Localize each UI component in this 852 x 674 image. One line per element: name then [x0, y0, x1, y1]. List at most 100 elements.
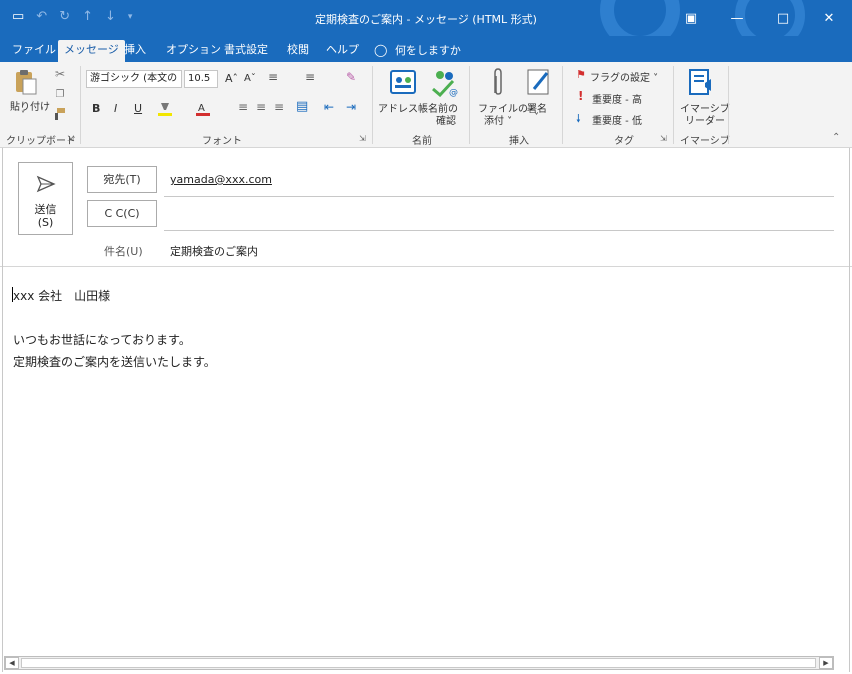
increase-indent-icon[interactable]: ⇥: [346, 100, 356, 114]
tell-me-label: 何をしますか: [394, 44, 461, 57]
cc-field[interactable]: [170, 205, 830, 227]
scroll-right-icon[interactable]: ▶: [819, 657, 833, 669]
justify-icon[interactable]: ▤: [296, 99, 308, 114]
send-icon: [35, 173, 57, 195]
close-icon[interactable]: ✕: [806, 0, 852, 36]
bold-button[interactable]: B: [92, 102, 100, 115]
attach-file-label-2[interactable]: 添付 ˅: [484, 112, 512, 127]
low-importance-icon: 🠗: [576, 112, 581, 125]
immersive-reader-label-2[interactable]: リーダー: [685, 112, 725, 127]
group-separator: [469, 66, 470, 144]
copy-icon[interactable]: ❐: [52, 86, 68, 102]
scroll-thumb[interactable]: [21, 658, 816, 668]
tab-insert[interactable]: 挿入: [118, 40, 152, 62]
subject-field[interactable]: 定期検査のご案内: [170, 243, 258, 259]
maximize-icon[interactable]: □: [760, 0, 806, 36]
group-separator: [728, 66, 729, 144]
high-importance-button[interactable]: 重要度 - 高: [592, 91, 642, 106]
paste-label[interactable]: 貼り付け: [10, 98, 50, 113]
clipboard-group-label: クリップボード: [6, 136, 76, 147]
clipboard-launcher-icon[interactable]: ⇲: [67, 134, 74, 143]
group-separator: [673, 66, 674, 144]
decrease-indent-icon[interactable]: ⇤: [324, 100, 334, 114]
body-line: xxx 会社 山田様: [13, 289, 111, 303]
signature-dropdown[interactable]: ˅: [534, 112, 539, 123]
tab-review[interactable]: 校閲: [281, 40, 315, 62]
font-launcher-icon[interactable]: ⇲: [359, 134, 366, 143]
signature-icon[interactable]: [524, 66, 554, 98]
window-frame-right: [849, 148, 850, 672]
svg-text:@: @: [449, 88, 458, 97]
to-field-line: [164, 196, 834, 197]
tab-format-text[interactable]: 書式設定: [218, 40, 274, 62]
italic-button[interactable]: I: [114, 102, 117, 115]
font-name-select[interactable]: 游ゴシック (本文の: [86, 70, 182, 88]
align-left-icon[interactable]: ≡: [238, 100, 248, 114]
immersive-group-label: イマーシブ: [680, 136, 730, 147]
font-name-value: 游ゴシック (本文の: [90, 73, 178, 84]
horizontal-scrollbar[interactable]: ◀ ▶: [4, 656, 834, 670]
tab-message[interactable]: メッセージ: [58, 40, 125, 62]
underline-button[interactable]: U: [134, 102, 142, 115]
immersive-reader-icon[interactable]: [686, 66, 716, 98]
group-separator: [562, 66, 563, 144]
tab-file[interactable]: ファイル: [6, 40, 62, 62]
message-body[interactable]: [4, 268, 849, 654]
minimize-icon[interactable]: —: [714, 0, 760, 36]
cc-button[interactable]: C C(C): [87, 200, 157, 227]
clear-formatting-icon[interactable]: ✎: [346, 70, 356, 84]
check-names-icon[interactable]: @: [428, 66, 460, 98]
paste-dropdown-icon[interactable]: ˅: [21, 110, 25, 119]
ribbon-tabs: ファイル メッセージ 挿入 オプション 書式設定 校閲 ヘルプ ◯ 何をしますか: [0, 36, 852, 62]
paste-icon[interactable]: [12, 68, 40, 96]
format-painter-icon[interactable]: [52, 106, 68, 122]
shrink-font-icon[interactable]: Aˇ: [244, 73, 256, 84]
grow-font-icon[interactable]: Aˆ: [225, 72, 238, 85]
cut-icon[interactable]: ✂: [52, 66, 68, 82]
check-names-label-2[interactable]: 確認: [436, 112, 456, 127]
to-recipient[interactable]: yamada@xxx.com: [170, 173, 272, 186]
font-color-icon[interactable]: A: [194, 100, 212, 118]
send-button[interactable]: 送信 (S): [18, 162, 73, 235]
group-separator: [80, 66, 81, 144]
align-center-icon[interactable]: ≡: [256, 100, 266, 114]
tab-options[interactable]: オプション: [160, 40, 227, 62]
font-group-label: フォント: [202, 136, 242, 147]
names-group-label: 名前: [412, 136, 432, 147]
svg-text:A: A: [198, 103, 205, 114]
send-label-shortcut: (S): [37, 216, 54, 229]
lightbulb-icon: ◯: [374, 43, 388, 57]
body-line: 定期検査のご案内を送信いたします。: [13, 355, 216, 369]
cc-field-line: [164, 230, 834, 231]
insert-group-label: 挿入: [509, 136, 529, 147]
collapse-ribbon-icon[interactable]: ⌃: [832, 132, 840, 143]
ribbon: 貼り付け ˅ ✂ ❐ クリップボード ⇲ 游ゴシック (本文の 10.5 Aˆ …: [0, 62, 852, 148]
to-button[interactable]: 宛先(T): [87, 166, 157, 193]
window-controls: ▣ — □ ✕: [668, 0, 852, 36]
font-size-select[interactable]: 10.5: [184, 70, 218, 88]
address-book-icon[interactable]: [388, 68, 418, 96]
title-bar: ▭ ↶ ↻ ↑ ↓ ▾ 定期検査のご案内 - メッセージ (HTML 形式) ▣…: [0, 0, 852, 36]
numbering-icon[interactable]: ≡: [305, 70, 315, 84]
send-label-main: 送信: [34, 203, 57, 216]
ribbon-display-icon[interactable]: ▣: [668, 0, 714, 36]
window-frame-left: [2, 148, 3, 672]
tags-group-label: タグ: [614, 136, 634, 147]
address-book-label[interactable]: アドレス帳: [378, 100, 428, 115]
tell-me-box[interactable]: ◯ 何をしますか: [368, 40, 467, 62]
send-label: 送信 (S): [19, 203, 72, 229]
follow-up-button[interactable]: フラグの設定 ˅: [590, 69, 658, 84]
header-divider: [0, 266, 852, 267]
scroll-left-icon[interactable]: ◀: [5, 657, 19, 669]
highlight-icon[interactable]: [156, 100, 174, 118]
subject-label: 件名(U): [104, 245, 143, 258]
font-size-value: 10.5: [188, 73, 211, 84]
align-right-icon[interactable]: ≡: [274, 100, 284, 114]
attach-file-icon[interactable]: [486, 66, 510, 98]
body-line: いつもお世話になっております。: [13, 333, 191, 347]
bullets-icon[interactable]: ≡: [268, 70, 278, 84]
low-importance-button[interactable]: 重要度 - 低: [592, 112, 642, 127]
tab-help[interactable]: ヘルプ: [320, 40, 365, 62]
high-importance-icon: !: [578, 89, 584, 103]
tags-launcher-icon[interactable]: ⇲: [660, 134, 667, 143]
